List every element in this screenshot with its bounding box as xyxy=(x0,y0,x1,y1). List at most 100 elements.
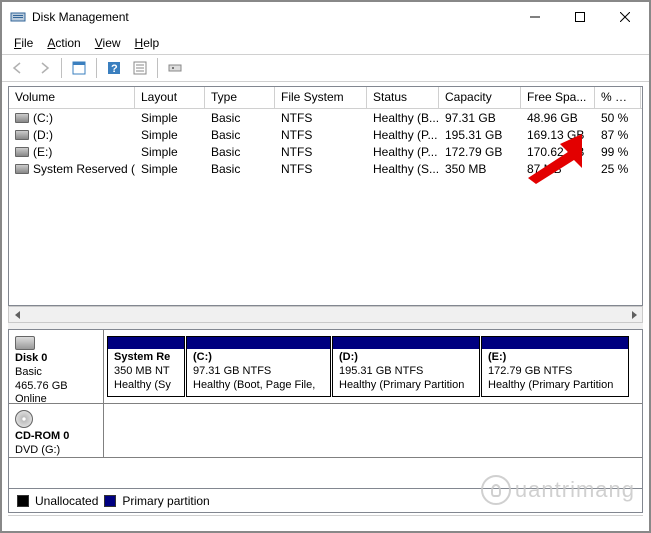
col-capacity[interactable]: Capacity xyxy=(439,87,521,108)
menu-file[interactable]: File xyxy=(8,34,39,52)
partition-name: (D:) xyxy=(339,351,473,365)
drive-icon xyxy=(15,130,29,140)
help-button[interactable]: ? xyxy=(102,57,126,79)
col-volume[interactable]: Volume xyxy=(9,87,135,108)
volume-free: 169.13 GB xyxy=(521,128,595,142)
disk-name: CD-ROM 0 xyxy=(15,430,99,444)
partition-size: 350 MB NT xyxy=(114,365,178,379)
volume-row[interactable]: (E:)SimpleBasicNTFSHealthy (P...172.79 G… xyxy=(9,143,642,160)
drive-icon xyxy=(15,113,29,123)
partition-name: (E:) xyxy=(488,351,622,365)
maximize-button[interactable] xyxy=(557,3,602,31)
volume-free: 87 MB xyxy=(521,162,595,176)
volume-free: 170.62 GB xyxy=(521,145,595,159)
partition-size: 195.31 GB NTFS xyxy=(339,365,473,379)
back-button xyxy=(6,57,30,79)
volume-type: Basic xyxy=(205,145,275,159)
volume-name: (C:) xyxy=(33,111,53,125)
disk-row: Disk 0 Basic 465.76 GB Online System Re … xyxy=(9,330,642,404)
disk-graphic-pane: Disk 0 Basic 465.76 GB Online System Re … xyxy=(8,329,643,489)
legend-unallocated-swatch xyxy=(17,495,29,507)
forward-button xyxy=(32,57,56,79)
drive-icon xyxy=(15,164,29,174)
toolbar-settings-button[interactable] xyxy=(163,57,187,79)
col-pctfree[interactable]: % Free xyxy=(595,87,641,108)
volume-type: Basic xyxy=(205,162,275,176)
volume-fs: NTFS xyxy=(275,111,367,125)
disk-kind: DVD (G:) xyxy=(15,444,99,458)
partition[interactable]: (C:) 97.31 GB NTFS Healthy (Boot, Page F… xyxy=(186,336,331,397)
partition-status: Healthy (Primary Partition xyxy=(488,379,622,393)
volume-layout: Simple xyxy=(135,162,205,176)
menu-help[interactable]: Help xyxy=(129,34,166,52)
partition-status: Healthy (Boot, Page File, xyxy=(193,379,324,393)
toolbar: ? xyxy=(2,54,649,82)
menu-bar: File Action View Help xyxy=(2,32,649,54)
window-title: Disk Management xyxy=(32,10,512,24)
disk-label[interactable]: CD-ROM 0 DVD (G:) xyxy=(9,404,104,457)
volume-scrollbar[interactable] xyxy=(8,306,643,323)
disk-row: CD-ROM 0 DVD (G:) xyxy=(9,404,642,458)
volume-capacity: 172.79 GB xyxy=(439,145,521,159)
partition-size: 97.31 GB NTFS xyxy=(193,365,324,379)
volume-row[interactable]: (D:)SimpleBasicNTFSHealthy (P...195.31 G… xyxy=(9,126,642,143)
col-type[interactable]: Type xyxy=(205,87,275,108)
partition-status: Healthy (Sy xyxy=(114,379,178,393)
disk-label[interactable]: Disk 0 Basic 465.76 GB Online xyxy=(9,330,104,403)
scroll-right-icon[interactable] xyxy=(625,307,642,322)
volume-capacity: 97.31 GB xyxy=(439,111,521,125)
minimize-button[interactable] xyxy=(512,3,557,31)
disk-name: Disk 0 xyxy=(15,352,99,366)
volume-capacity: 350 MB xyxy=(439,162,521,176)
status-bar xyxy=(8,515,643,529)
legend-unallocated-label: Unallocated xyxy=(35,494,98,508)
partition-size: 172.79 GB NTFS xyxy=(488,365,622,379)
drive-icon xyxy=(15,147,29,157)
volume-list-header: Volume Layout Type File System Status Ca… xyxy=(9,87,642,109)
volume-status: Healthy (B... xyxy=(367,111,439,125)
menu-view[interactable]: View xyxy=(89,34,127,52)
volume-layout: Simple xyxy=(135,128,205,142)
volume-name: (D:) xyxy=(33,128,53,142)
volume-type: Basic xyxy=(205,128,275,142)
col-layout[interactable]: Layout xyxy=(135,87,205,108)
disk-management-icon xyxy=(10,9,26,25)
volume-capacity: 195.31 GB xyxy=(439,128,521,142)
disk-partitions xyxy=(104,404,642,457)
hdd-icon xyxy=(15,336,35,350)
partition-name: (C:) xyxy=(193,351,324,365)
volume-name: System Reserved (... xyxy=(33,162,135,176)
volume-row[interactable]: (C:) SimpleBasicNTFSHealthy (B...97.31 GB… xyxy=(9,109,642,126)
toolbar-list-button[interactable] xyxy=(128,57,152,79)
menu-action[interactable]: Action xyxy=(41,34,86,52)
partition-status: Healthy (Primary Partition xyxy=(339,379,473,393)
volume-layout: Simple xyxy=(135,145,205,159)
volume-pctfree: 50 % xyxy=(595,111,641,125)
legend-primary-swatch xyxy=(104,495,116,507)
volume-status: Healthy (P... xyxy=(367,145,439,159)
cdrom-icon xyxy=(15,410,33,428)
volume-pctfree: 87 % xyxy=(595,128,641,142)
disk-partitions: System Re 350 MB NT Healthy (Sy (C:) 97.… xyxy=(104,330,642,403)
partition-name: System Re xyxy=(114,351,178,365)
close-button[interactable] xyxy=(602,3,647,31)
volume-layout: Simple xyxy=(135,111,205,125)
volume-status: Healthy (P... xyxy=(367,128,439,142)
volume-pctfree: 99 % xyxy=(595,145,641,159)
volume-type: Basic xyxy=(205,111,275,125)
partition[interactable]: (E:) 172.79 GB NTFS Healthy (Primary Par… xyxy=(481,336,629,397)
toolbar-view-button[interactable] xyxy=(67,57,91,79)
partition[interactable]: (D:) 195.31 GB NTFS Healthy (Primary Par… xyxy=(332,336,480,397)
volume-row[interactable]: System Reserved (...SimpleBasicNTFSHealt… xyxy=(9,160,642,177)
volume-free: 48.96 GB xyxy=(521,111,595,125)
legend-primary-label: Primary partition xyxy=(122,494,209,508)
disk-size: 465.76 GB xyxy=(15,380,99,394)
partition[interactable]: System Re 350 MB NT Healthy (Sy xyxy=(107,336,185,397)
col-status[interactable]: Status xyxy=(367,87,439,108)
volume-pctfree: 25 % xyxy=(595,162,641,176)
volume-list[interactable]: Volume Layout Type File System Status Ca… xyxy=(8,86,643,306)
scroll-left-icon[interactable] xyxy=(9,307,26,322)
col-freespace[interactable]: Free Spa... xyxy=(521,87,595,108)
volume-status: Healthy (S... xyxy=(367,162,439,176)
col-filesystem[interactable]: File System xyxy=(275,87,367,108)
